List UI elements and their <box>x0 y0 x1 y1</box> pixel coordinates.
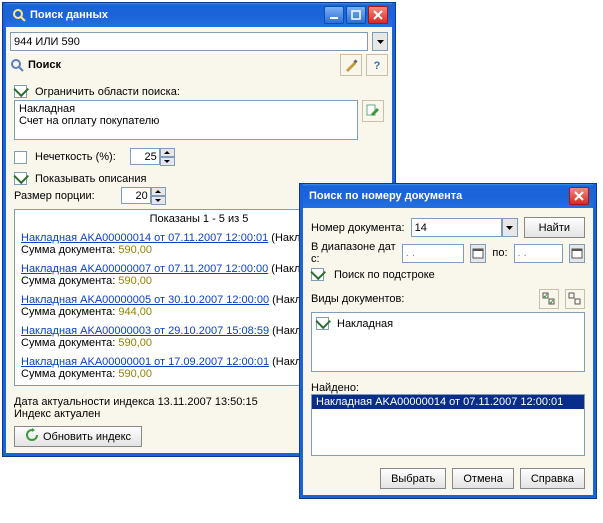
uncheck-all-button[interactable] <box>565 289 585 309</box>
close-button[interactable] <box>368 6 388 24</box>
date-from-input[interactable]: . . <box>402 244 465 263</box>
spinner-down[interactable] <box>160 157 175 166</box>
magnifier-icon <box>10 58 24 72</box>
find-button[interactable]: Найти <box>524 217 585 238</box>
types-label: Виды документов: <box>311 293 533 305</box>
window2-titlebar[interactable]: Поиск по номеру документа <box>303 184 593 208</box>
portion-label: Размер порции: <box>14 190 95 202</box>
edit-areas-button[interactable] <box>362 100 384 122</box>
substr-checkbox[interactable] <box>311 268 324 281</box>
portion-value[interactable] <box>121 187 151 204</box>
date-to-value: . . <box>518 247 527 259</box>
spinner-up[interactable] <box>151 187 166 196</box>
found-listbox[interactable]: Накладная AKA00000014 от 07.11.2007 12:0… <box>311 394 585 456</box>
cancel-button[interactable]: Отмена <box>452 468 513 489</box>
doc-num-input[interactable]: 14 <box>411 218 502 237</box>
types-listbox[interactable]: Накладная <box>311 312 585 372</box>
fuzzy-checkbox[interactable] <box>14 151 27 164</box>
refresh-icon <box>25 428 39 445</box>
search-label: Поиск <box>28 59 61 71</box>
area-item: Накладная <box>19 103 353 115</box>
result-sum-value: 590,00 <box>118 244 152 256</box>
doc-num-dropdown[interactable] <box>502 218 518 237</box>
find-label: Найти <box>539 222 570 234</box>
window1-titlebar[interactable]: Поиск данных <box>6 3 392 27</box>
search-input[interactable]: 944 ИЛИ 590 <box>10 32 368 51</box>
cancel-label: Отмена <box>463 473 502 485</box>
result-sum-value: 944,00 <box>118 306 152 318</box>
result-sum-value: 590,00 <box>118 368 152 380</box>
area-item: Счет на оплату покупателю <box>19 115 353 127</box>
fuzzy-value[interactable] <box>130 148 160 165</box>
found-label: Найдено: <box>311 382 585 394</box>
result-sum-value: 590,00 <box>118 275 152 287</box>
result-sum-label: Сумма документа: <box>21 337 118 349</box>
close-button[interactable] <box>569 187 589 205</box>
result-link[interactable]: Накладная AKA00000005 от 30.10.2007 12:0… <box>21 294 269 306</box>
date-to-input[interactable]: . . <box>514 244 563 263</box>
date-to-picker[interactable] <box>569 244 585 263</box>
result-link[interactable]: Накладная AKA00000014 от 07.11.2007 12:0… <box>21 232 268 244</box>
help-button[interactable]: ? <box>366 54 388 76</box>
date-from-value: . . <box>406 247 415 259</box>
limit-areas-label: Ограничить области поиска: <box>35 86 180 98</box>
search-input-value: 944 ИЛИ 590 <box>14 36 80 48</box>
spinner-down[interactable] <box>151 196 166 205</box>
update-index-label: Обновить индекс <box>43 431 131 443</box>
result-sum-label: Сумма документа: <box>21 368 118 380</box>
range-to-label: по: <box>492 247 507 259</box>
type-item-label: Накладная <box>337 318 393 330</box>
result-link[interactable]: Накладная AKA00000001 от 17.09.2007 12:0… <box>21 356 269 368</box>
type-checkbox[interactable] <box>316 317 329 330</box>
search-data-app-icon <box>12 8 26 22</box>
window1-title: Поиск данных <box>30 9 322 21</box>
search-dropdown-button[interactable] <box>372 32 388 51</box>
fuzzy-label: Нечеткость (%): <box>35 151 116 163</box>
result-link[interactable]: Накладная AKA00000003 от 29.10.2007 15:0… <box>21 325 269 337</box>
substr-label: Поиск по подстроке <box>334 269 435 281</box>
show-desc-checkbox[interactable] <box>14 172 27 185</box>
found-item-selected[interactable]: Накладная AKA00000014 от 07.11.2007 12:0… <box>312 395 584 409</box>
maximize-button[interactable] <box>346 6 366 24</box>
date-from-picker[interactable] <box>470 244 486 263</box>
areas-listbox[interactable]: Накладная Счет на оплату покупателю <box>14 100 358 140</box>
result-sum-label: Сумма документа: <box>21 244 118 256</box>
result-link[interactable]: Накладная AKA00000007 от 07.11.2007 12:0… <box>21 263 268 275</box>
search-toolbar: Поиск ? <box>6 53 392 77</box>
check-all-button[interactable] <box>539 289 559 309</box>
select-button[interactable]: Выбрать <box>380 468 446 489</box>
spinner-up[interactable] <box>160 148 175 157</box>
doc-num-value: 14 <box>415 222 427 234</box>
minimize-button[interactable] <box>324 6 344 24</box>
result-sum-label: Сумма документа: <box>21 275 118 287</box>
svg-text:?: ? <box>374 60 381 72</box>
show-desc-label: Показывать описания <box>35 173 146 185</box>
settings-button[interactable] <box>340 54 362 76</box>
result-sum-label: Сумма документа: <box>21 306 118 318</box>
help-button[interactable]: Справка <box>520 468 585 489</box>
range-label: В диапазоне дат с: <box>311 241 396 265</box>
limit-areas-checkbox[interactable] <box>14 85 27 98</box>
portion-spinner[interactable] <box>121 187 166 205</box>
window2-title: Поиск по номеру документа <box>309 190 567 202</box>
help-label: Справка <box>531 473 574 485</box>
doc-num-label: Номер документа: <box>311 222 405 234</box>
select-label: Выбрать <box>391 473 435 485</box>
update-index-button[interactable]: Обновить индекс <box>14 426 142 447</box>
result-sum-value: 590,00 <box>118 337 152 349</box>
fuzzy-spinner[interactable] <box>130 148 175 166</box>
